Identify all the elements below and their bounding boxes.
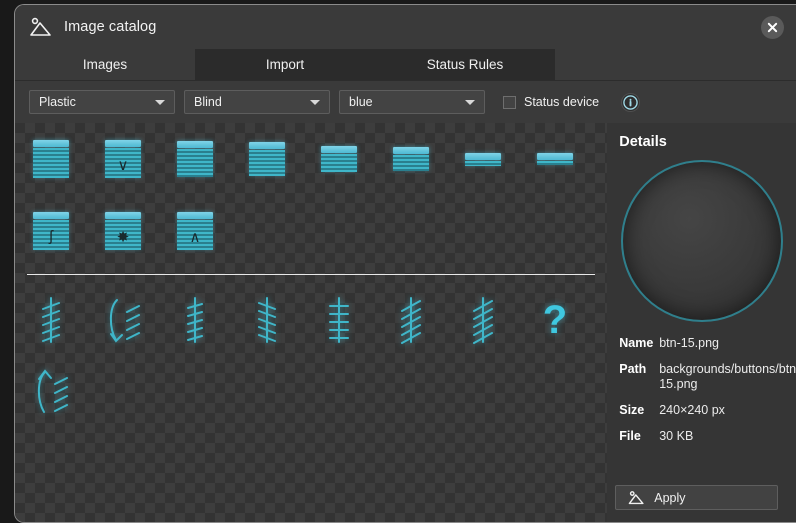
icon-row: ʃ ✸ ∧ [15,195,607,267]
blind-symbol: ∨ [117,157,129,174]
icon-row: ? [15,284,607,356]
checkbox-box [503,95,516,109]
slat-icon-group: ? [15,284,607,428]
info-icon[interactable] [621,92,641,112]
blind-headrail [537,153,573,160]
question-mark-icon: ? [542,298,568,342]
blind-slats [465,160,501,166]
details-panel: Details Name btn-15.png Path backgrounds/bu… [607,123,796,522]
tab-bar: Images Import Status Rules [15,49,796,81]
metadata-value: 240×240 px [659,403,725,417]
metadata-key: Size [619,403,645,417]
blind-partial-icon[interactable] [231,123,303,195]
metadata-value: btn-15.png [659,336,720,350]
blind-raised-2-icon[interactable] [375,123,447,195]
image-gallery[interactable]: ∨ ʃ ✸ ∧ ? [15,123,608,522]
blind-slats [321,154,357,172]
blind-headrail [393,147,429,154]
icon-row [15,356,607,428]
slat-tilt-left-icon[interactable] [15,284,87,356]
color-dropdown-value: blue [349,95,373,109]
slat-tilt-steep-alt-icon[interactable] [447,284,519,356]
metadata-value: backgrounds/buttons/btn-15.png [659,362,796,391]
metadata-list: Name btn-15.png Path backgrounds/buttons/bt… [619,336,796,444]
slat-tilt-steep-icon[interactable] [375,284,447,356]
apply-button[interactable]: Apply [615,485,779,510]
blind-headrail [33,140,69,147]
metadata-key: Path [619,362,647,376]
slat-tilt-right-icon[interactable] [231,284,303,356]
catalog-body: ∨ ʃ ✸ ∧ ? Details Name btn-15.png Path backgro… [15,123,796,522]
material-dropdown-value: Plastic [39,95,76,109]
blind-headrail [105,140,141,147]
slat-tilt-up-arrow-icon[interactable] [15,356,87,428]
image-icon [29,16,53,38]
tab-images[interactable]: Images [15,49,195,80]
blind-symbol: ✸ [116,229,130,246]
metadata-row: Path backgrounds/buttons/btn-15.png [619,362,796,392]
blind-headrail [105,212,141,219]
status-device-label: Status device [524,95,600,109]
material-dropdown[interactable]: Plastic [29,90,175,114]
details-title: Details [619,134,667,150]
chevron-down-icon [155,100,165,105]
slat-tilt-down-arrow-icon[interactable] [87,284,159,356]
blind-half-icon[interactable] [159,123,231,195]
group-separator [27,274,596,275]
metadata-value: 30 KB [659,429,694,443]
blind-headrail [177,141,213,148]
blind-slats [33,148,69,178]
blind-icon-group: ∨ ʃ ✸ ∧ [15,123,607,267]
slat-tilt-slight-icon[interactable] [159,284,231,356]
blind-headrail [465,152,501,160]
blind-slats [537,161,573,165]
metadata-key: File [619,429,641,443]
apply-label: Apply [654,490,686,505]
metadata-key: Name [619,336,654,350]
blind-headrail [321,146,357,153]
blind-symbol: ʃ [49,228,53,245]
metadata-row: File 30 KB [619,429,796,444]
button-preview [621,160,784,322]
device-dropdown-value: Blind [194,95,222,109]
blind-slats [393,155,429,171]
blind-headrail [33,212,69,219]
blind-down-arrow-icon[interactable]: ∨ [87,123,159,195]
tab-status-rules[interactable]: Status Rules [375,49,555,80]
color-dropdown[interactable]: blue [339,90,485,114]
metadata-row: Name btn-15.png [619,336,796,351]
unknown-image-icon[interactable]: ? [519,284,591,356]
blind-slats [177,149,213,177]
chevron-down-icon [465,100,475,105]
blind-headrail [177,212,213,219]
blind-burst-icon[interactable]: ✸ [87,195,159,267]
blind-raised-1-icon[interactable] [303,123,375,195]
metadata-row: Size 240×240 px [619,403,796,418]
page-title: Image catalog [64,19,157,35]
blind-closed-icon[interactable] [15,123,87,195]
blind-up-chevron-icon[interactable]: ∧ [159,195,231,267]
image-catalog-dialog: Image catalog Images Import Status Rules… [14,4,796,523]
blind-hook-icon[interactable]: ʃ [15,195,87,267]
title-bar: Image catalog [15,5,796,49]
close-icon[interactable] [761,16,784,39]
blind-open-1-icon[interactable] [447,123,519,195]
image-icon [628,490,645,506]
filter-bar: Plastic Blind blue Status device [15,81,796,123]
chevron-down-icon [310,100,320,105]
blind-headrail [249,142,285,149]
blind-symbol: ∧ [189,229,201,246]
status-device-checkbox[interactable]: Status device [503,95,599,109]
blind-slats [249,150,285,176]
blind-open-2-icon[interactable] [519,123,591,195]
slat-horizontal-icon[interactable] [303,284,375,356]
device-dropdown[interactable]: Blind [184,90,330,114]
icon-row: ∨ [15,123,607,195]
tab-import[interactable]: Import [195,49,375,80]
